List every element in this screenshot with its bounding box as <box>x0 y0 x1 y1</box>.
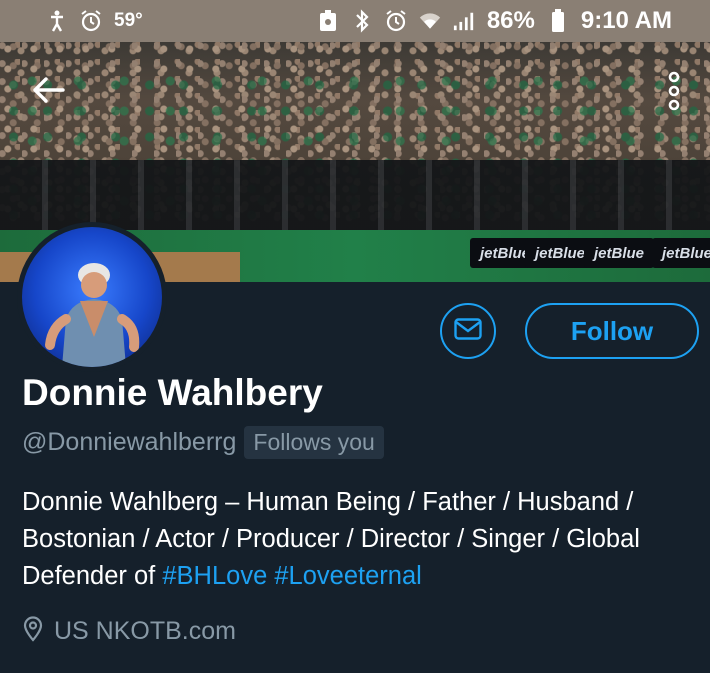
back-button[interactable] <box>28 72 68 112</box>
alarm-icon <box>385 10 407 32</box>
handle-row: @Donniewahlberrg Follows you <box>22 426 384 459</box>
hashtag-link[interactable]: #BHLove <box>162 562 267 590</box>
message-button[interactable] <box>440 303 496 359</box>
clock-time: 9:10 AM <box>580 7 672 34</box>
location-row: US NKOTB.com <box>22 616 236 647</box>
profile-location: US NKOTB.com <box>54 617 236 645</box>
back-arrow-icon <box>31 76 65 109</box>
signal-icon <box>453 10 475 32</box>
profile-handle: @Donniewahlberrg <box>22 428 237 456</box>
more-vertical-icon <box>666 71 682 116</box>
sim-lock-icon <box>317 10 339 32</box>
profile-bio: Donnie Wahlberg – Human Being / Father /… <box>22 484 692 595</box>
more-options-button[interactable] <box>656 68 692 118</box>
hashtag-link[interactable]: #Loveeternal <box>274 562 421 590</box>
accessibility-icon <box>46 10 68 32</box>
location-pin-icon <box>22 616 44 647</box>
avatar[interactable] <box>17 222 167 372</box>
wifi-icon <box>419 10 441 32</box>
status-bar: 59° 86% 9:10 AM <box>0 0 710 42</box>
envelope-icon <box>454 317 482 345</box>
follow-button[interactable]: Follow <box>525 303 699 359</box>
profile-display-name: Donnie Wahlbery <box>22 372 323 413</box>
avatar-image <box>22 227 162 367</box>
battery-percentage: 86% <box>486 7 535 34</box>
temperature-text: 59° <box>114 10 143 31</box>
banner-sponsor-board: jetBlue <box>652 238 710 268</box>
follows-you-badge: Follows you <box>244 426 384 459</box>
banner-sponsor-board: jetBlue <box>584 238 654 268</box>
bluetooth-icon <box>351 9 373 33</box>
alarm-icon <box>80 10 102 32</box>
battery-icon <box>547 9 569 32</box>
